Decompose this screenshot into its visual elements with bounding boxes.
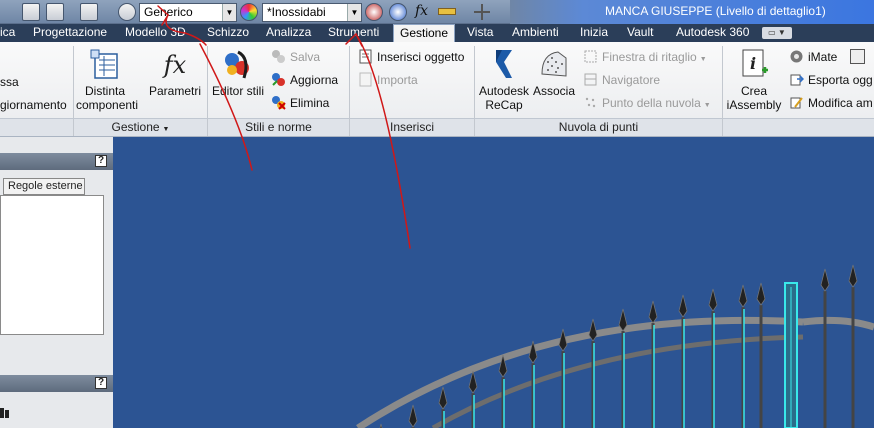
annotation-overlay — [157, 5, 411, 249]
annotation-arrow-2 — [199, 43, 253, 171]
annotation-arrow-3 — [355, 33, 411, 249]
annotation-arrowhead-3 — [345, 32, 363, 47]
annotation-arrow-1 — [165, 14, 207, 46]
